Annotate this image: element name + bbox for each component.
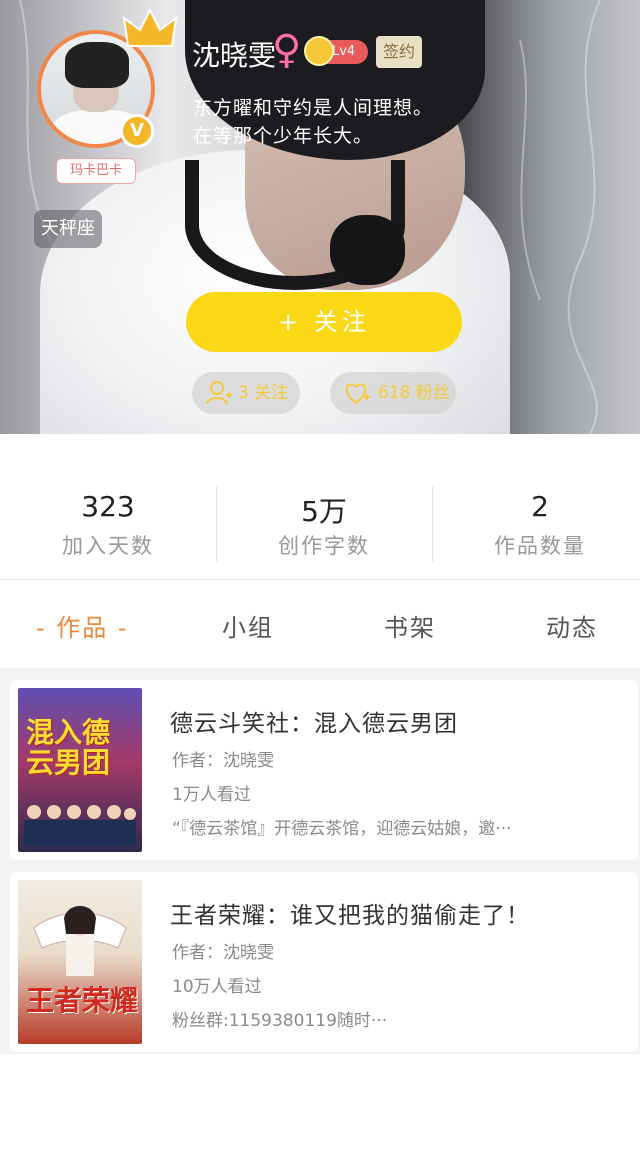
- stat-value: 323: [81, 490, 135, 523]
- book-cover: 王者荣耀: [18, 880, 142, 1044]
- work-description: 粉丝群:1159380119随时···: [172, 1011, 388, 1031]
- signed-badge: 签约: [376, 36, 422, 68]
- stat-value: 5万: [301, 495, 347, 528]
- nickname-tag: 玛卡巴卡: [56, 158, 136, 184]
- work-title: 德云斗笑社：混入德云男团: [170, 711, 458, 737]
- work-author: 作者：沈晓雯: [172, 943, 274, 963]
- tab-works[interactable]: - 作品 -: [36, 608, 129, 643]
- work-card[interactable]: 混入德云男团 德云斗笑社：混入德云男团 作者：沈晓雯 1万人看过 “『德云茶馆』…: [10, 680, 638, 860]
- stat-value: 2: [531, 490, 549, 523]
- cover-crowd-illustration: [24, 805, 136, 846]
- verified-icon: V: [120, 114, 154, 148]
- cover-character-illustration: [33, 906, 127, 976]
- profile-tabs: - 作品 - 小组 书架 动态: [0, 580, 640, 668]
- cover-title: 混入德云男团: [26, 716, 111, 779]
- tab-bookshelf[interactable]: 书架: [384, 608, 436, 643]
- heart-plus-icon: [345, 383, 370, 405]
- stat-label: 创作字数: [278, 534, 370, 558]
- female-icon: ♀: [272, 27, 302, 73]
- work-readers: 1万人看过: [172, 785, 251, 805]
- bio-line: 东方曜和守约是人间理想。: [193, 97, 434, 119]
- stat-word-count: 5万 创作字数: [216, 490, 432, 560]
- level-coin-icon: [304, 36, 334, 66]
- book-cover: 混入德云男团: [18, 688, 142, 852]
- fans-count: 618 粉丝: [378, 383, 450, 403]
- background-headphone-cup: [330, 215, 405, 285]
- following-count-button[interactable]: 3 关注: [192, 372, 300, 414]
- work-author: 作者：沈晓雯: [172, 751, 274, 771]
- profile-header: V 玛卡巴卡 天秤座 沈晓雯 ♀ Lv4 签约 东方曜和守约是人间理想。 在等那…: [0, 0, 640, 434]
- following-count: 3 关注: [238, 383, 289, 403]
- cover-title: 王者荣耀: [26, 984, 139, 1017]
- list-bottom-space: [0, 1054, 640, 1162]
- work-description: “『德云茶馆』开德云茶馆，迎德云姑娘，邀···: [172, 819, 512, 839]
- work-readers: 10万人看过: [172, 977, 262, 997]
- bio-line: 在等那个少年长大。: [193, 125, 374, 147]
- stat-label: 加入天数: [62, 534, 154, 558]
- stat-works-count: 2 作品数量: [432, 490, 640, 560]
- stat-join-days: 323 加入天数: [0, 490, 216, 560]
- work-card[interactable]: 王者荣耀 王者荣耀：谁又把我的猫偷走了！ 作者：沈晓雯 10万人看过 粉丝群:1…: [10, 872, 638, 1052]
- username: 沈晓雯: [192, 39, 277, 72]
- zodiac-badge: 天秤座: [34, 210, 102, 248]
- tab-activity[interactable]: 动态: [546, 608, 598, 643]
- fans-count-button[interactable]: 618 粉丝: [330, 372, 456, 414]
- work-title: 王者荣耀：谁又把我的猫偷走了！: [170, 903, 530, 929]
- follow-button[interactable]: + 关注: [186, 292, 462, 352]
- profile-stats: 323 加入天数 5万 创作字数 2 作品数量: [0, 434, 640, 580]
- tab-groups[interactable]: 小组: [222, 608, 274, 643]
- stat-label: 作品数量: [494, 534, 586, 558]
- bio: 东方曜和守约是人间理想。 在等那个少年长大。: [193, 94, 433, 150]
- user-add-icon: [206, 381, 232, 405]
- crown-icon: [122, 7, 178, 47]
